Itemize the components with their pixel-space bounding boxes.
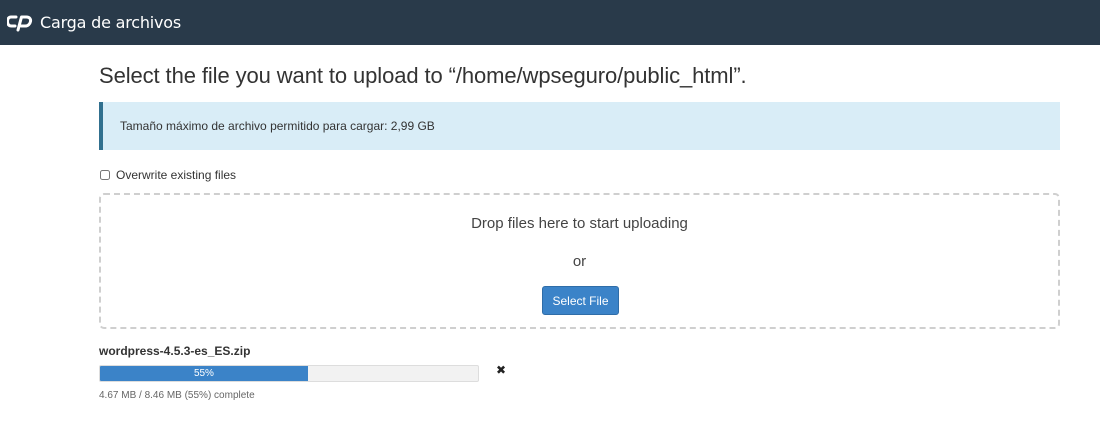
overwrite-option[interactable]: Overwrite existing files: [99, 168, 236, 182]
upload-progress-bar: 55%: [99, 365, 479, 382]
close-icon[interactable]: ✖: [496, 363, 506, 377]
max-size-notice: Tamaño máximo de archivo permitido para …: [99, 102, 1060, 150]
max-size-text: Tamaño máximo de archivo permitido para …: [120, 119, 435, 133]
page-title: Select the file you want to upload to “/…: [99, 63, 747, 88]
upload-file-name: wordpress-4.5.3-es_ES.zip: [99, 344, 251, 358]
cpanel-logo-icon[interactable]: [7, 13, 33, 33]
overwrite-checkbox[interactable]: [100, 170, 110, 180]
app-title: Carga de archivos: [40, 13, 182, 32]
or-separator: or: [572, 253, 587, 270]
upload-progress-fill: 55%: [100, 366, 308, 381]
upload-status: 4.67 MB / 8.46 MB (55%) complete: [99, 390, 255, 401]
overwrite-label: Overwrite existing files: [116, 168, 237, 182]
drop-zone[interactable]: Drop files here to start uploading or Se…: [99, 193, 1060, 329]
top-bar: Carga de archivos: [0, 0, 1100, 45]
select-file-button[interactable]: Select File: [542, 286, 619, 315]
drop-zone-text: Drop files here to start uploading: [471, 215, 688, 232]
